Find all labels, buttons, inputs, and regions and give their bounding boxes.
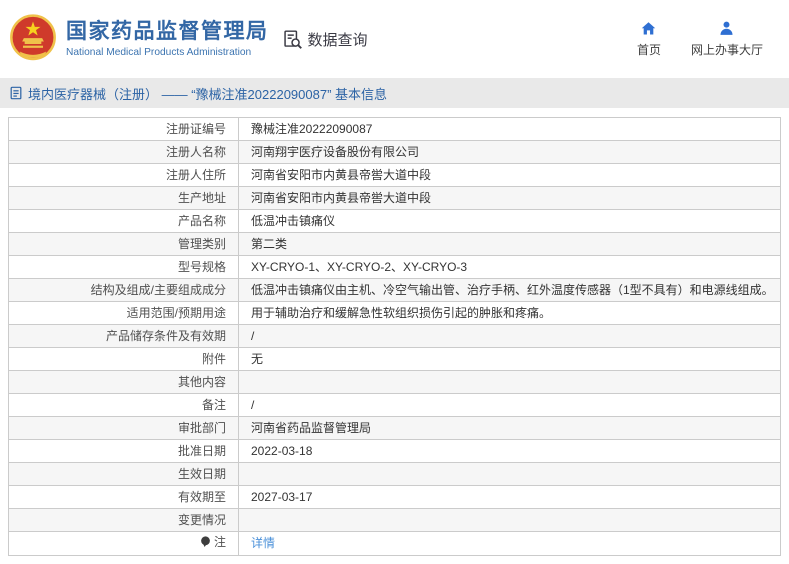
person-icon xyxy=(718,20,735,37)
row-value: 低温冲击镇痛仪 xyxy=(238,209,781,233)
info-table-body: 注册证编号 豫械注准20222090087 注册人名称 河南翔宇医疗设备股份有限… xyxy=(8,117,781,557)
table-row: 附件 无 xyxy=(8,347,781,371)
row-value: 2027-03-17 xyxy=(238,485,781,509)
table-row: 批准日期 2022-03-18 xyxy=(8,439,781,463)
row-value: 低温冲击镇痛仪由主机、冷空气输出管、治疗手柄、红外温度传感器（1型不具有）和电源… xyxy=(238,278,781,302)
row-value: 无 xyxy=(238,347,781,371)
row-label: 产品名称 xyxy=(177,213,226,228)
nav-home-label: 首页 xyxy=(636,43,661,57)
row-label: 产品储存条件及有效期 xyxy=(105,328,226,343)
row-value: 河南省药品监督管理局 xyxy=(238,416,781,440)
breadcrumb-text: 境内医疗器械（注册） —— “豫械注准20222090087” 基本信息 xyxy=(28,86,388,102)
table-row: 变更情况 xyxy=(8,508,781,532)
brand-logo[interactable]: 国家药品监督管理局 National Medical Products Admi… xyxy=(8,13,269,65)
row-label: 注册证编号 xyxy=(165,121,226,136)
info-table: 注册证编号 豫械注准20222090087 注册人名称 河南翔宇医疗设备股份有限… xyxy=(8,117,781,557)
table-row: 注册人名称 河南翔宇医疗设备股份有限公司 xyxy=(8,140,781,164)
row-label: 型号规格 xyxy=(177,259,226,274)
row-value: 第二类 xyxy=(238,232,781,256)
row-value: 河南省安阳市内黄县帝喾大道中段 xyxy=(238,163,781,187)
row-label: 适用范围/预期用途 xyxy=(126,305,226,320)
row-value: 用于辅助治疗和缓解急性软组织损伤引起的肿胀和疼痛。 xyxy=(238,301,781,325)
table-row: 产品储存条件及有效期 / xyxy=(8,324,781,348)
row-label: 有效期至 xyxy=(177,489,226,504)
row-value: 豫械注准20222090087 xyxy=(238,117,781,141)
page: 国家药品监督管理局 National Medical Products Admi… xyxy=(0,0,789,557)
row-label: 生效日期 xyxy=(177,466,226,481)
table-row: 管理类别 第二类 xyxy=(8,232,781,256)
data-query-label: 数据查询 xyxy=(307,31,368,49)
table-row: 产品名称 低温冲击镇痛仪 xyxy=(8,209,781,233)
table-row: 生产地址 河南省安阳市内黄县帝喾大道中段 xyxy=(8,186,781,210)
row-value: / xyxy=(238,324,781,348)
brand-text: 国家药品监督管理局 National Medical Products Admi… xyxy=(66,20,269,57)
row-label: 结构及组成/主要组成成分 xyxy=(90,282,226,297)
row-label: 其他内容 xyxy=(177,374,226,389)
row-label: 生产地址 xyxy=(177,190,226,205)
top-nav: 首页 网上办事大厅 xyxy=(637,20,763,58)
data-query-tab[interactable]: 数据查询 xyxy=(282,29,368,50)
table-row: 生效日期 xyxy=(8,462,781,486)
table-row: 有效期至 2027-03-17 xyxy=(8,485,781,509)
national-emblem-icon xyxy=(8,13,58,65)
nav-service-hall-label: 网上办事大厅 xyxy=(690,43,763,57)
org-name-cn: 国家药品监督管理局 xyxy=(66,20,269,44)
table-row: 注 详情 xyxy=(8,530,781,557)
row-label: 审批部门 xyxy=(177,420,226,435)
org-name-en: National Medical Products Administration xyxy=(66,46,252,58)
row-value xyxy=(238,370,781,394)
detail-link[interactable]: 详情 xyxy=(251,536,275,550)
site-header: 国家药品监督管理局 National Medical Products Admi… xyxy=(0,0,789,78)
row-label: 附件 xyxy=(201,351,226,366)
table-row: 注册人住所 河南省安阳市内黄县帝喾大道中段 xyxy=(8,163,781,187)
note-icon xyxy=(200,536,211,548)
table-row: 适用范围/预期用途 用于辅助治疗和缓解急性软组织损伤引起的肿胀和疼痛。 xyxy=(8,301,781,325)
row-value: XY-CRYO-1、XY-CRYO-2、XY-CRYO-3 xyxy=(238,255,781,279)
row-label: 注册人名称 xyxy=(165,144,226,159)
home-icon xyxy=(640,20,657,37)
table-row: 注册证编号 豫械注准20222090087 xyxy=(8,117,781,141)
row-label: 注册人住所 xyxy=(165,167,226,182)
row-label: 管理类别 xyxy=(177,236,226,251)
row-value: 河南省安阳市内黄县帝喾大道中段 xyxy=(238,186,781,210)
table-row: 其他内容 xyxy=(8,370,781,394)
nav-home[interactable]: 首页 xyxy=(637,20,661,58)
row-value xyxy=(238,462,781,486)
row-value: 详情 xyxy=(238,530,781,557)
row-label: 变更情况 xyxy=(177,512,226,527)
data-query-icon xyxy=(282,29,303,50)
table-row: 备注 / xyxy=(8,393,781,417)
row-value: 2022-03-18 xyxy=(238,439,781,463)
row-value: / xyxy=(238,393,781,417)
row-label: 备注 xyxy=(201,397,226,412)
row-label: 注 xyxy=(213,535,226,549)
table-row: 审批部门 河南省药品监督管理局 xyxy=(8,416,781,440)
breadcrumb: 境内医疗器械（注册） —— “豫械注准20222090087” 基本信息 xyxy=(0,78,789,108)
table-row: 结构及组成/主要组成成分 低温冲击镇痛仪由主机、冷空气输出管、治疗手柄、红外温度… xyxy=(8,278,781,302)
row-value xyxy=(238,508,781,532)
nav-service-hall[interactable]: 网上办事大厅 xyxy=(691,20,763,58)
row-value: 河南翔宇医疗设备股份有限公司 xyxy=(238,140,781,164)
table-row: 型号规格 XY-CRYO-1、XY-CRYO-2、XY-CRYO-3 xyxy=(8,255,781,279)
document-icon xyxy=(9,86,23,100)
row-label: 批准日期 xyxy=(177,443,226,458)
